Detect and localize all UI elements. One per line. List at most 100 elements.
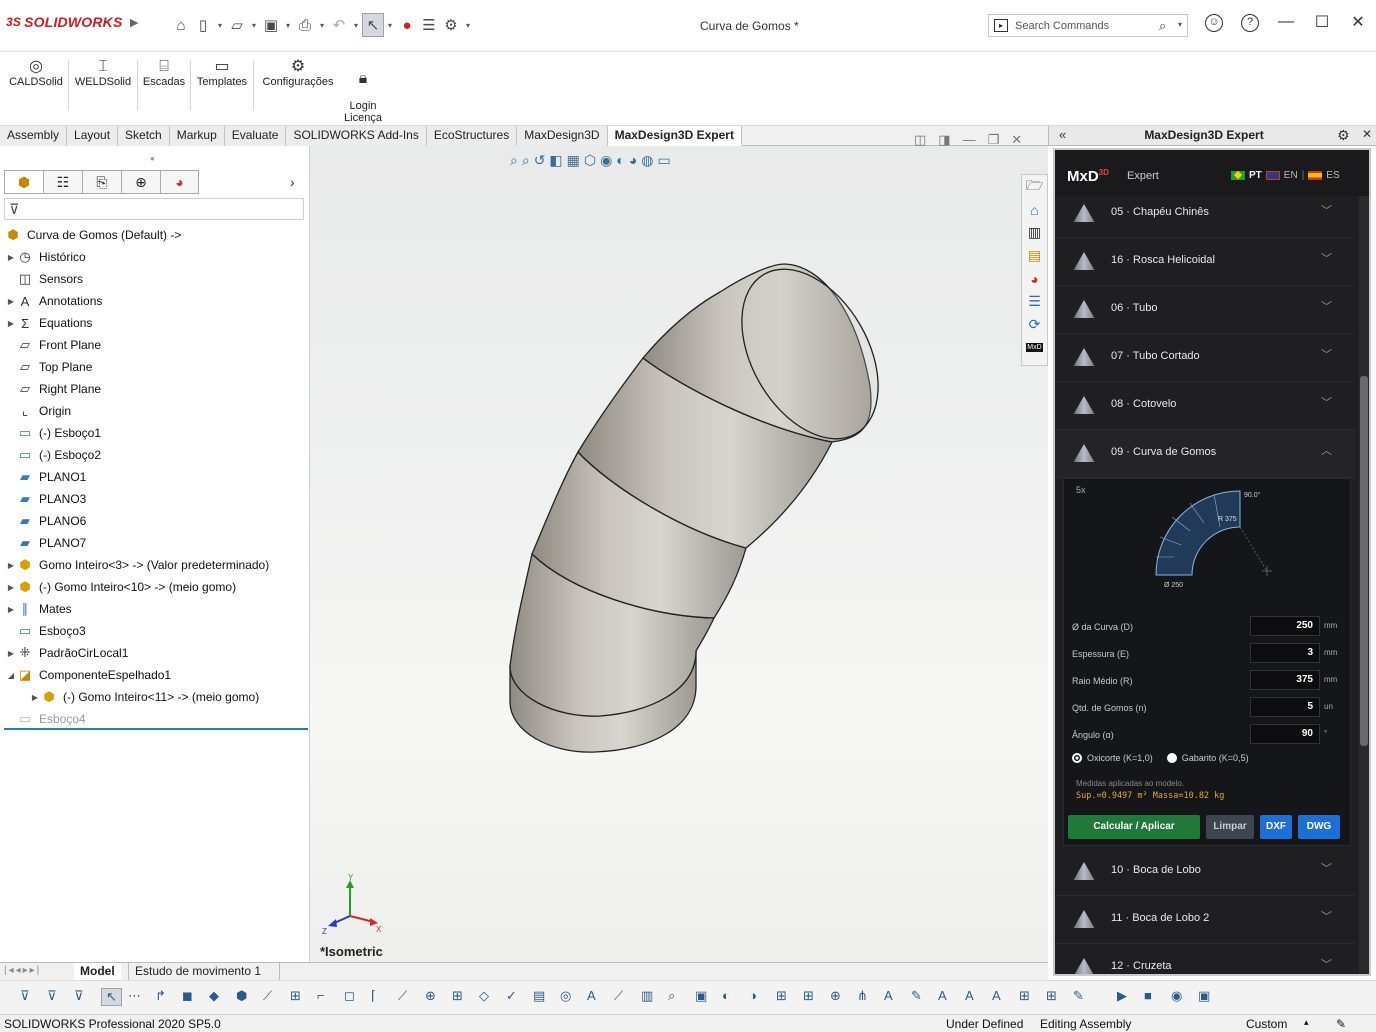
print-dropdown-icon[interactable]: ▾ [316, 13, 328, 37]
file-properties-icon[interactable]: ☰ [418, 13, 440, 37]
tree-node[interactable]: ▶ ∥ Mates [0, 598, 308, 620]
bottom-tool-icon[interactable]: ↖ [101, 988, 122, 1006]
bottom-tool-icon[interactable]: ⊞ [452, 988, 463, 1004]
tab-motion-study[interactable]: Estudo de movimento 1 [128, 963, 280, 980]
open-folder-icon[interactable]: 🗁︎ [1022, 175, 1047, 198]
bottom-tool-icon[interactable]: ◆ [209, 988, 219, 1004]
file-explorer-icon[interactable]: ▤ [1022, 244, 1047, 267]
viewport-restore-icon[interactable]: ❐ [988, 132, 1000, 148]
configuration-manager-tab-icon[interactable]: ⎘ [82, 170, 121, 194]
tab-model[interactable]: Model [74, 963, 121, 980]
tree-node[interactable]: ▰ PLANO7 [0, 532, 308, 554]
module-item[interactable]: 07 · Tubo Cortado ﹀ [1055, 334, 1355, 382]
split-right-icon[interactable]: ◨ [938, 132, 950, 148]
module-item[interactable]: 08 · Cotovelo ﹀ [1055, 382, 1355, 430]
login-licenca-button[interactable]: 🔒︎ Login Licença [340, 58, 386, 124]
tree-node[interactable]: ▱ Front Plane [0, 334, 308, 356]
expand-arrow-icon[interactable]: ▶ [6, 561, 16, 570]
customize-icon[interactable]: ✎ [1336, 1017, 1346, 1031]
tree-node[interactable]: ▭ (-) Esboço2 [0, 444, 308, 466]
bottom-tool-icon[interactable]: ◼ [182, 988, 193, 1004]
tab-maxdesign3d[interactable]: MaxDesign3D [517, 126, 608, 146]
bottom-tool-icon[interactable]: ⊕ [425, 988, 436, 1004]
tab-solidworks-add-ins[interactable]: SOLIDWORKS Add-Ins [286, 126, 427, 146]
tab-maxdesign3d-expert[interactable]: MaxDesign3D Expert [607, 126, 742, 146]
tab-sketch[interactable]: Sketch [118, 126, 170, 146]
oxicorte-radio[interactable]: Oxicorte (K=1,0) [1072, 753, 1153, 763]
maxdesign-tab-icon[interactable]: MxD [1022, 336, 1047, 359]
more-tabs-chevron-icon[interactable]: › [290, 174, 295, 190]
expand-arrow-icon[interactable]: ▶ [6, 649, 16, 658]
expand-arrow-icon[interactable]: ▶ [6, 297, 16, 306]
design-library-icon[interactable]: ▥ [1022, 221, 1047, 244]
bottom-tool-icon[interactable]: A [992, 988, 1001, 1003]
tree-node[interactable]: ▶ ⬢ (-) Gomo Inteiro<11> -> (meio gomo) [0, 686, 308, 708]
module-item[interactable]: 05 · Chapéu Chinês ﹀ [1055, 190, 1355, 238]
undo-dropdown-icon[interactable]: ▾ [350, 13, 362, 37]
bottom-tool-icon[interactable]: ⊞ [776, 988, 787, 1004]
tree-node[interactable]: ▭ Esboço4 [0, 708, 308, 730]
bottom-tool-icon[interactable]: ◐ [722, 988, 730, 1003]
chevron-down-icon[interactable]: ﹀ [1321, 250, 1332, 266]
module-item[interactable]: 09 · Curva de Gomos ︿ [1055, 430, 1355, 478]
maximize-icon[interactable]: ☐ [1304, 12, 1340, 32]
panel-scrollbar[interactable] [1359, 196, 1369, 974]
solidworks-forum-icon[interactable]: ⟳ [1022, 313, 1047, 336]
property-manager-tab-icon[interactable]: ☷ [43, 170, 82, 194]
bottom-tool-icon[interactable]: ▣ [695, 988, 707, 1004]
configuracoes-button[interactable]: ⚙ Configurações [258, 58, 338, 88]
bottom-tool-icon[interactable]: A [587, 988, 596, 1003]
bottom-tool-icon[interactable]: ✎ [911, 988, 922, 1004]
unit-dropdown-icon[interactable]: ▴ [1304, 1017, 1309, 1028]
dxf-button[interactable]: DXF [1260, 815, 1292, 839]
bottom-tool-icon[interactable]: ◻ [344, 988, 355, 1004]
solidworks-logo[interactable]: 3S SOLIDWORKS [6, 14, 123, 30]
rollback-bar[interactable] [4, 728, 308, 730]
bottom-tool-icon[interactable]: ⌈ [371, 988, 376, 1004]
bottom-tool-icon[interactable]: ⋯ [128, 988, 141, 1004]
tree-node[interactable]: ⌞ Origin [0, 400, 308, 422]
bottom-tool-icon[interactable]: ◎ [560, 988, 571, 1004]
tree-node[interactable]: ◫ Sensors [0, 268, 308, 290]
pane-grip-icon[interactable]: ● [150, 154, 155, 163]
bottom-tool-icon[interactable]: ⋔ [857, 988, 868, 1004]
bottom-tool-icon[interactable]: ⊞ [803, 988, 814, 1004]
tree-node[interactable]: ▶ ⬢ (-) Gomo Inteiro<10> -> (meio gomo) [0, 576, 308, 598]
bottom-tool-icon[interactable]: A [884, 988, 893, 1003]
tree-node[interactable]: ▰ PLANO6 [0, 510, 308, 532]
expand-arrow-icon[interactable]: ▶ [6, 583, 16, 592]
tab-ecostructures[interactable]: EcoStructures [426, 126, 518, 146]
graphics-area[interactable]: ⌕ ⌕ ↺ ◧ ▦ ⬡ ◉ ◐ ◕ ◍ ▭ Y X Z *Isometric [310, 146, 1048, 962]
bottom-tool-icon[interactable]: ◇ [479, 988, 489, 1004]
options-dropdown-icon[interactable]: ▾ [462, 13, 474, 37]
bottom-tool-icon[interactable]: ⊞ [290, 988, 301, 1004]
tree-node[interactable]: ▭ Esboço3 [0, 620, 308, 642]
bottom-tool-icon[interactable]: ⊞ [1019, 988, 1030, 1004]
tab-assembly[interactable]: Assembly [0, 126, 68, 146]
appearances-icon[interactable]: ◕ [1022, 267, 1047, 290]
chevron-up-icon[interactable]: ︿ [1321, 442, 1332, 458]
bottom-tool-icon[interactable]: ▶ [1117, 988, 1127, 1004]
bottom-tool-icon[interactable]: ■ [1144, 988, 1152, 1003]
resources-home-icon[interactable]: ⌂ [1022, 198, 1047, 221]
bottom-tool-icon[interactable]: ▣ [1198, 988, 1210, 1004]
bottom-tool-icon[interactable]: A [938, 988, 947, 1003]
options-gear-icon[interactable]: ⚙ [440, 13, 462, 37]
lang-es[interactable]: ES [1326, 170, 1339, 181]
param-input[interactable]: 5 [1250, 697, 1320, 717]
tree-node[interactable]: ▭ (-) Esboço1 [0, 422, 308, 444]
chevron-down-icon[interactable]: ﹀ [1321, 860, 1332, 876]
bottom-tool-icon[interactable]: ✓ [506, 988, 517, 1004]
dwg-button[interactable]: DWG [1298, 815, 1340, 839]
tree-filter[interactable]: ⊽ [4, 198, 304, 220]
bottom-tool-icon[interactable]: ✎ [1073, 988, 1084, 1004]
bottom-tool-icon[interactable]: ↱ [155, 988, 166, 1004]
bottom-tool-icon[interactable]: A [965, 988, 974, 1003]
templates-button[interactable]: ▭ Templates [194, 58, 250, 88]
tree-node[interactable]: ◢ ◪ ComponenteEspelhado1 [0, 664, 308, 686]
close-icon[interactable]: ✕ [1340, 12, 1376, 32]
param-input[interactable]: 250 [1250, 616, 1320, 636]
pane-close-icon[interactable]: ✕ [1362, 127, 1372, 141]
new-document-icon[interactable]: ▯ [192, 13, 214, 37]
display-manager-tab-icon[interactable]: ◕ [160, 170, 199, 194]
